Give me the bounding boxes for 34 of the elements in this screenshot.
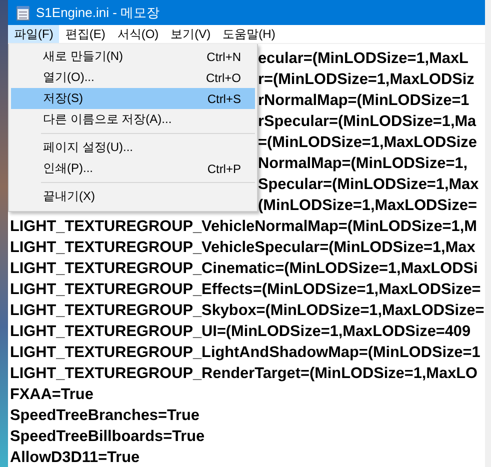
menu-item[interactable]: 페이지 설정(U)...	[11, 137, 255, 158]
text-line: =(MinLODSize=1,MaxLODSize	[258, 134, 477, 151]
menu-bar-item[interactable]: 파일(F)	[8, 25, 60, 43]
notepad-icon	[16, 4, 30, 21]
text-line: AllowD3D11=True	[10, 449, 140, 466]
text-line: LIGHT_TEXTUREGROUP_UI=(MinLODSize=1,MaxLODSize=409	[10, 323, 471, 340]
text-line: (MinLODSize=1,MaxLODSize=	[258, 197, 477, 214]
text-line: ecular=(MinLODSize=1,MaxL	[258, 50, 468, 67]
menu-item[interactable]: 열기(O)... Ctrl+O	[11, 67, 255, 88]
text-line: LIGHT_TEXTUREGROUP_Skybox=(MinLODSize=1,MaxLODSize=	[10, 302, 484, 319]
text-line: LIGHT_TEXTUREGROUP_VehicleNormalMap=(MinLODSize=1,M	[10, 218, 477, 235]
menu-bar-item[interactable]: 편집(E)	[59, 25, 112, 43]
text-line: rNormalMap=(MinLODSize=1	[258, 92, 470, 109]
menu-item[interactable]: 인쇄(P)... Ctrl+P	[11, 158, 255, 179]
text-line: LIGHT_TEXTUREGROUP_LightAndShadowMap=(MinLODSize=1	[10, 344, 480, 361]
text-line: LIGHT_TEXTUREGROUP_Effects=(MinLODSize=1,MaxLODSize=	[10, 281, 481, 298]
menu-bar-item[interactable]: 보기(V)	[164, 25, 217, 43]
menu-bar-item[interactable]: 도움말(H)	[216, 25, 282, 43]
text-line: LIGHT_TEXTUREGROUP_VehicleSpecular=(MinLODSize=1,Max	[10, 239, 476, 256]
text-line: SpeedTreeBillboards=True	[10, 428, 205, 445]
text-line: r=(MinLODSize=1,MaxLODSiz	[258, 71, 474, 88]
text-line: SpeedTreeBranches=True	[10, 407, 200, 424]
window-title: S1Engine.ini - 메모장	[36, 4, 160, 22]
menu-bar-item[interactable]: 서식(O)	[111, 25, 165, 43]
text-line: LIGHT_TEXTUREGROUP_Cinematic=(MinLODSize=1,MaxLODSi	[10, 260, 478, 277]
menu-item[interactable]: 끝내기(X)	[11, 186, 255, 207]
menu-item[interactable]: 새로 만들기(N) Ctrl+N	[11, 46, 255, 67]
menu-item[interactable]: 다른 이름으로 저장(A)...	[11, 109, 255, 130]
text-line: rSpecular=(MinLODSize=1,Ma	[258, 113, 476, 130]
text-line: NormalMap=(MinLODSize=1,	[258, 155, 468, 172]
text-line: FXAA=True	[10, 386, 94, 403]
text-line: LIGHT_TEXTUREGROUP_RenderTarget=(MinLODSize=1,MaxLO	[10, 365, 478, 382]
menu-item[interactable]: 저장(S) Ctrl+S	[11, 88, 255, 109]
text-line: Specular=(MinLODSize=1,Max	[258, 176, 479, 193]
